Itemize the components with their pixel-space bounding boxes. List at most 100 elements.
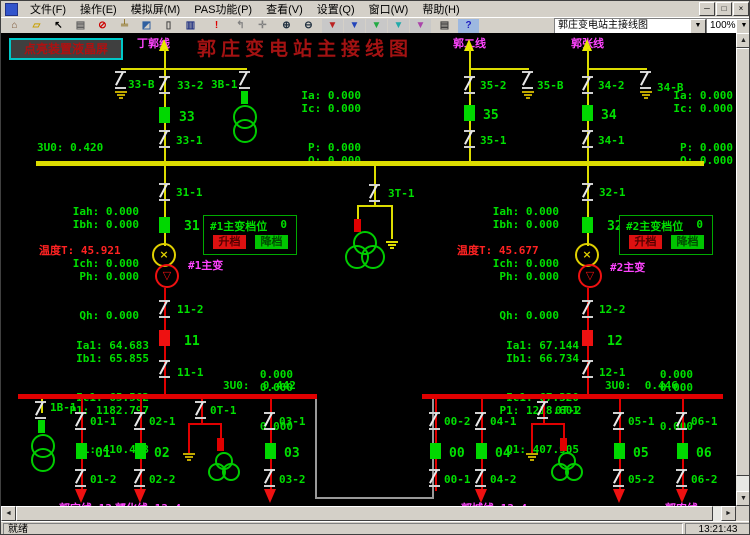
disconnector-11-1[interactable] (158, 360, 172, 378)
disconnector-33-1[interactable] (158, 130, 172, 148)
disconnector-00-1[interactable] (428, 469, 442, 487)
disconnector-31-1[interactable] (158, 183, 172, 201)
disconnector-03-2[interactable] (263, 469, 277, 487)
breaker-06[interactable] (677, 443, 688, 459)
home-icon[interactable]: ⌂ (3, 18, 26, 34)
breaker-00[interactable] (430, 443, 441, 459)
restore-button[interactable]: □ (716, 2, 732, 16)
disconnector-00-1-label: 00-1 (444, 473, 471, 486)
scroll-down-icon[interactable]: ▼ (736, 491, 750, 506)
disconnector-35-2[interactable] (463, 76, 477, 94)
breaker-31[interactable] (159, 217, 170, 233)
breaker-05[interactable] (614, 443, 625, 459)
help-icon[interactable]: ? (457, 18, 480, 34)
menu-file[interactable]: 文件(F) (23, 0, 73, 18)
screen-icon[interactable]: ▤ (69, 18, 92, 34)
breaker-35[interactable] (464, 105, 475, 121)
archive-blue-icon[interactable]: ▼ (343, 18, 366, 34)
menu-view[interactable]: 查看(V) (259, 0, 310, 18)
tr1-tap-down-button[interactable]: 降档 (255, 235, 288, 249)
zoom-in-icon[interactable]: ⊕ (275, 18, 298, 34)
disconnector-12-1[interactable] (581, 360, 595, 378)
menu-settings[interactable]: 设置(Q) (310, 0, 362, 18)
breaker-34[interactable] (582, 105, 593, 121)
disconnector-06-1[interactable] (675, 412, 689, 430)
disconnector-32-1[interactable] (581, 183, 595, 201)
app-icon[interactable] (5, 3, 18, 16)
disconnector-1B-1[interactable] (34, 401, 48, 419)
disconnector-05-1[interactable] (612, 412, 626, 430)
menu-window[interactable]: 窗口(W) (362, 0, 416, 18)
archive-green-icon[interactable]: ▼ (365, 18, 388, 34)
horizontal-scrollbar[interactable]: ◄ ► (1, 506, 736, 521)
disconnector-11-2[interactable] (158, 300, 172, 318)
breaker-33[interactable] (159, 107, 170, 123)
chevron-down-icon[interactable]: ▼ (690, 19, 706, 34)
scroll-up-icon[interactable]: ▲ (736, 33, 750, 48)
disconnector-34-1[interactable] (581, 130, 595, 148)
disconnector-01-1[interactable] (74, 412, 88, 430)
stop-icon[interactable]: ⊘ (91, 18, 114, 34)
horizontal-scrollbar-thumb[interactable] (16, 506, 713, 521)
disconnector-00-2[interactable] (428, 412, 442, 430)
disconnector-33-B[interactable] (114, 71, 128, 89)
disconnector-12-1-label: 12-1 (599, 366, 626, 379)
disconnector-35-B[interactable] (521, 71, 535, 89)
move-icon[interactable]: ✛ (251, 18, 274, 34)
disconnector-02-1[interactable] (133, 412, 147, 430)
breaker-32[interactable] (582, 217, 593, 233)
tr2-zero-measurements: 0.0000.000 0.000 (641, 342, 693, 459)
nav-back-icon[interactable]: ↰ (229, 18, 252, 34)
disconnector-34-B[interactable] (639, 71, 653, 89)
disconnector-06-2[interactable] (675, 469, 689, 487)
breaker-04[interactable] (476, 443, 487, 459)
palette-icon[interactable]: ◩ (135, 18, 158, 34)
vertical-scrollbar-thumb[interactable] (736, 48, 750, 476)
disconnector-3B-1[interactable] (238, 71, 252, 89)
menu-help[interactable]: 帮助(H) (415, 0, 466, 18)
archive-cyan-icon[interactable]: ▼ (387, 18, 410, 34)
archive-purple-icon[interactable]: ▼ (409, 18, 432, 34)
vertical-scrollbar[interactable]: ▲ ▼ (736, 33, 750, 506)
disconnector-01-2[interactable] (74, 469, 88, 487)
menu-mimic[interactable]: 模拟屏(M) (124, 0, 188, 18)
menu-pas[interactable]: PAS功能(P) (187, 0, 259, 18)
disconnector-0T-2[interactable] (536, 401, 550, 419)
breaker-12[interactable] (582, 330, 593, 346)
disconnector-34-2[interactable] (581, 76, 595, 94)
chevron-down-icon[interactable]: ▼ (736, 19, 750, 34)
disconnector-02-2[interactable] (133, 469, 147, 487)
menu-operate[interactable]: 操作(E) (73, 0, 124, 18)
new-page-icon[interactable]: ▯ (157, 18, 180, 34)
close-button[interactable]: × (733, 2, 749, 16)
tr2-tap-down-button[interactable]: 降档 (671, 235, 704, 249)
ground-icon[interactable]: ╧ (113, 18, 136, 34)
breaker-03[interactable] (265, 443, 276, 459)
disconnector-04-1[interactable] (474, 412, 488, 430)
disconnector-05-2[interactable] (612, 469, 626, 487)
disconnector-03-1[interactable] (263, 412, 277, 430)
scroll-left-icon[interactable]: ◄ (1, 506, 16, 521)
disconnector-12-2[interactable] (581, 300, 595, 318)
open-folder-icon[interactable]: ▱ (25, 18, 48, 34)
disconnector-0T-1[interactable] (194, 401, 208, 419)
tr1-tap-up-button[interactable]: 升档 (213, 235, 246, 249)
alarm-icon[interactable]: ! (205, 18, 228, 34)
disconnector-04-2[interactable] (474, 469, 488, 487)
lcd-panel-button[interactable]: 点亮装置液晶屏 (9, 38, 123, 60)
minimize-button[interactable]: ─ (699, 2, 715, 16)
archive-red-icon[interactable]: ▼ (321, 18, 344, 34)
ground-symbol (522, 91, 534, 93)
disconnector-35-1[interactable] (463, 130, 477, 148)
scroll-right-icon[interactable]: ► (721, 506, 736, 521)
disconnector-33-2[interactable] (158, 76, 172, 94)
print-icon[interactable]: ▤ (433, 18, 456, 34)
tr2-tap-up-button[interactable]: 升档 (629, 235, 662, 249)
breaker-11[interactable] (159, 330, 170, 346)
disconnector-3T-1[interactable] (368, 184, 382, 202)
zoom-out-icon[interactable]: ⊖ (297, 18, 320, 34)
breaker-02[interactable] (135, 443, 146, 459)
save-icon[interactable]: ▥ (179, 18, 202, 34)
breaker-01[interactable] (76, 443, 87, 459)
pointer-icon[interactable]: ↖ (47, 18, 70, 34)
